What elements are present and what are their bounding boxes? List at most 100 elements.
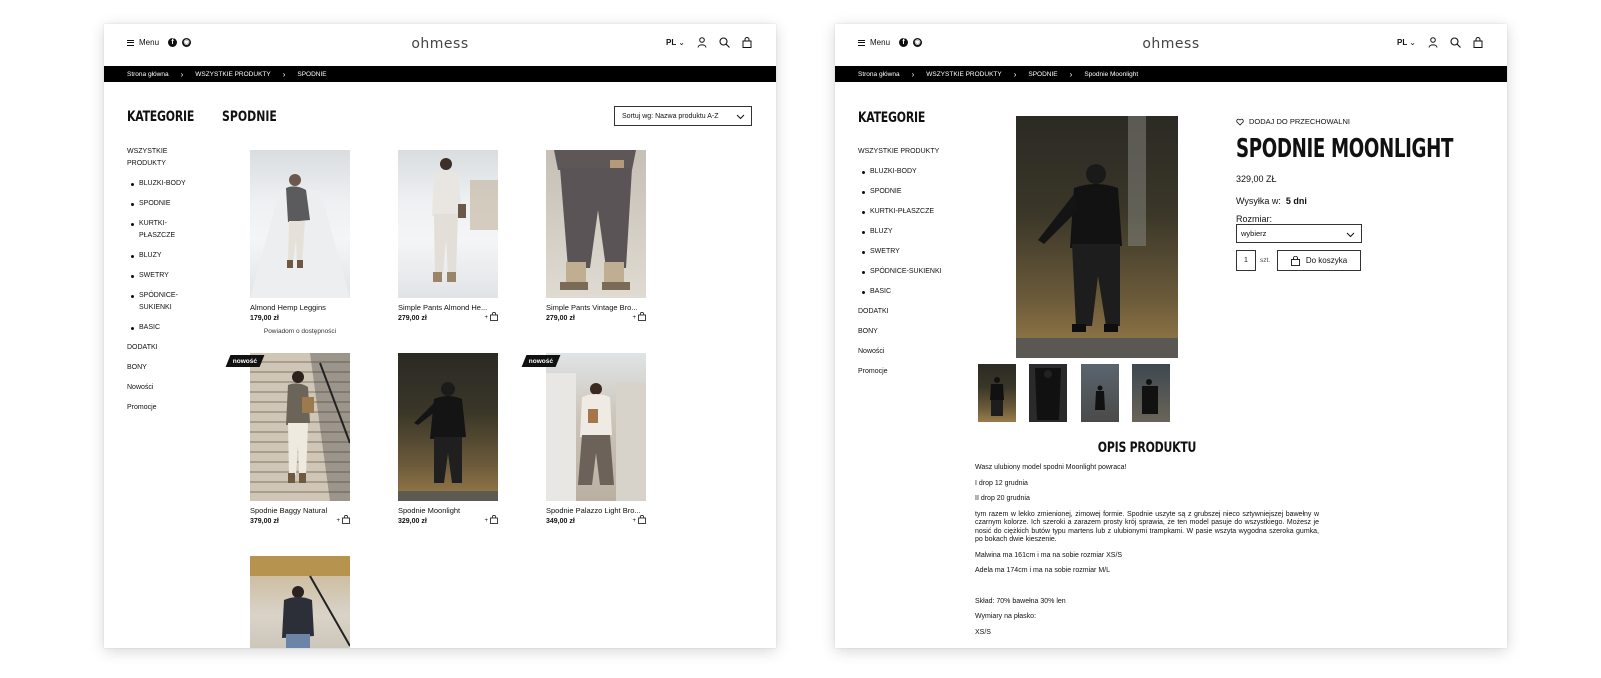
- sidebar-item-nowosci[interactable]: Nowości: [127, 382, 187, 394]
- add-to-cart-shortcut[interactable]: +: [484, 515, 498, 524]
- chevron-down-icon: [736, 114, 745, 120]
- product-price: 329,00 zł: [398, 518, 427, 525]
- sidebar-item-promocje[interactable]: Promocje: [858, 366, 958, 378]
- search-icon[interactable]: [1450, 37, 1461, 48]
- product-image[interactable]: [546, 353, 646, 501]
- add-to-cart-label: Do koszyka: [1305, 256, 1348, 265]
- breadcrumb-current[interactable]: Spodnie Moonlight: [1084, 71, 1138, 78]
- sidebar-item-swetry[interactable]: SWETRY: [127, 270, 187, 282]
- site-header: Menu f ◉ ohmess PL ⌄: [835, 24, 1507, 66]
- product-card[interactable]: Simple Pants Vintage Bro... 279,00 zł +: [546, 150, 646, 322]
- product-card[interactable]: nowość Spodnie Palazzo Light Bro... 349,…: [521, 353, 646, 525]
- sidebar-item-bluzki-body[interactable]: BLUZKI-BODY: [858, 166, 958, 178]
- breadcrumb: Strona główna › WSZYSTKIE PRODUKTY › SPO…: [104, 66, 776, 82]
- sidebar-item-spodnice[interactable]: SPÓDNICE-SUKIENKI: [858, 266, 958, 278]
- product-card[interactable]: Almond Hemp Leggins 179,00 zł Powiadom o…: [250, 150, 350, 335]
- search-icon[interactable]: [719, 37, 730, 48]
- quantity-input[interactable]: 1: [1236, 250, 1256, 271]
- product-main-image[interactable]: [1016, 116, 1178, 358]
- sidebar-item-all-products[interactable]: WSZYSTKIE PRODUKTY: [858, 146, 958, 158]
- breadcrumb-current[interactable]: SPODNIE: [297, 71, 326, 78]
- product-title: SPODNIE MOONLIGHT: [1236, 134, 1454, 164]
- notify-availability-link[interactable]: Powiadom o dostępności: [250, 328, 350, 335]
- breadcrumb-all-products[interactable]: WSZYSTKIE PRODUKTY: [195, 71, 270, 78]
- product-description: Wasz ulubiony model spodni Moonlight pow…: [975, 464, 1319, 644]
- breadcrumb-home[interactable]: Strona główna: [127, 71, 169, 78]
- product-card[interactable]: Simple Pants Almond He... 279,00 zł +: [398, 150, 498, 322]
- description-paragraph: Wasz ulubiony model spodni Moonlight pow…: [975, 464, 1127, 471]
- sidebar-item-bluzki-body[interactable]: BLUZKI-BODY: [127, 178, 187, 190]
- add-to-cart-shortcut[interactable]: +: [336, 515, 350, 524]
- product-image[interactable]: [546, 150, 646, 298]
- description-paragraph: Malwina ma 161cm i ma na sobie rozmiar X…: [975, 551, 1123, 559]
- add-to-wishlist-button[interactable]: DODAJ DO PRZECHOWALNI: [1236, 117, 1350, 126]
- cart-icon: [1290, 255, 1300, 266]
- sidebar-item-kurtki[interactable]: KURTKI-PŁASZCZE: [127, 218, 179, 242]
- product-card[interactable]: [250, 556, 350, 648]
- add-to-cart-shortcut[interactable]: +: [484, 312, 498, 321]
- cart-icon[interactable]: [1473, 37, 1483, 48]
- product-page-window: Menu f ◉ ohmess PL ⌄ Strona główna › WSZ…: [835, 24, 1507, 648]
- product-name[interactable]: Spodnie Moonlight: [398, 506, 498, 515]
- description-paragraph: Adela ma 174cm i ma na sobie rozmiar M/L: [975, 567, 1110, 574]
- product-card[interactable]: Spodnie Moonlight 329,00 zł +: [398, 353, 498, 525]
- sidebar-item-kurtki[interactable]: KURTKI-PŁASZCZE: [858, 206, 958, 218]
- product-price: 349,00 zł: [546, 518, 575, 525]
- product-name[interactable]: Almond Hemp Leggins: [250, 303, 350, 312]
- wishlist-label: DODAJ DO PRZECHOWALNI: [1249, 117, 1350, 126]
- product-price: 279,00 zł: [398, 315, 427, 322]
- product-card[interactable]: nowość Spodnie Baggy Natural 379,00 zł +: [225, 353, 350, 525]
- add-to-cart-shortcut[interactable]: +: [632, 515, 646, 524]
- product-image[interactable]: [250, 556, 350, 648]
- breadcrumb-separator: ›: [180, 69, 184, 79]
- sidebar-item-spodnie[interactable]: SPODNIE: [127, 198, 187, 210]
- product-name[interactable]: Spodnie Palazzo Light Bro...: [546, 506, 646, 515]
- new-badge: nowość: [225, 355, 265, 367]
- product-name[interactable]: Simple Pants Vintage Bro...: [546, 303, 646, 312]
- user-icon[interactable]: [697, 37, 707, 48]
- cart-icon[interactable]: [742, 37, 752, 48]
- sidebar-item-basic[interactable]: BASIC: [858, 286, 958, 298]
- product-thumbnail[interactable]: [1081, 364, 1119, 422]
- sidebar-item-all-products[interactable]: WSZYSTKIE PRODUKTY: [127, 146, 187, 170]
- cart-icon: [490, 312, 498, 321]
- chevron-down-icon: [1346, 232, 1355, 238]
- sidebar-title: KATEGORIE: [127, 109, 195, 125]
- sort-dropdown[interactable]: Sortuj wg: Nazwa produktu A-Z: [614, 106, 752, 126]
- sidebar-item-swetry[interactable]: SWETRY: [858, 246, 958, 258]
- language-selector[interactable]: PL ⌄: [666, 38, 685, 47]
- product-thumbnail[interactable]: [1029, 364, 1067, 422]
- product-name[interactable]: Spodnie Baggy Natural: [250, 506, 350, 515]
- product-image[interactable]: [398, 150, 498, 298]
- sidebar-item-bony[interactable]: BONY: [858, 326, 958, 338]
- breadcrumb: Strona główna › WSZYSTKIE PRODUKTY › SPO…: [835, 66, 1507, 82]
- sidebar-item-bluzy[interactable]: BLUZY: [858, 226, 958, 238]
- site-header: Menu f ◉ ohmess PL ⌄: [104, 24, 776, 66]
- breadcrumb-all-products[interactable]: WSZYSTKIE PRODUKTY: [926, 71, 1001, 78]
- size-select[interactable]: wybierz: [1236, 224, 1362, 243]
- language-selector[interactable]: PL ⌄: [1397, 38, 1416, 47]
- add-to-cart-button[interactable]: Do koszyka: [1277, 250, 1361, 271]
- sidebar-item-promocje[interactable]: Promocje: [127, 402, 187, 414]
- sidebar-item-bluzy[interactable]: BLUZY: [127, 250, 187, 262]
- breadcrumb-separator: ›: [282, 69, 286, 79]
- sidebar-item-spodnie[interactable]: SPODNIE: [858, 186, 958, 198]
- sidebar-item-nowosci[interactable]: Nowości: [858, 346, 958, 358]
- product-thumbnail[interactable]: [978, 364, 1016, 422]
- product-image[interactable]: [250, 353, 350, 501]
- product-image[interactable]: [250, 150, 350, 298]
- user-icon[interactable]: [1428, 37, 1438, 48]
- sidebar-item-basic[interactable]: BASIC: [127, 322, 187, 334]
- breadcrumb-spodnie[interactable]: SPODNIE: [1028, 71, 1057, 78]
- product-name[interactable]: Simple Pants Almond He...: [398, 303, 498, 312]
- sidebar-item-dodatki[interactable]: DODATKI: [858, 306, 958, 318]
- add-to-cart-shortcut[interactable]: +: [632, 312, 646, 321]
- sidebar-item-dodatki[interactable]: DODATKI: [127, 342, 187, 354]
- category-sidebar: WSZYSTKIE PRODUKTY BLUZKI-BODY SPODNIE K…: [858, 146, 958, 378]
- sidebar-item-bony[interactable]: BONY: [127, 362, 187, 374]
- sidebar-item-spodnice[interactable]: SPÓDNICE-SUKIENKI: [127, 290, 179, 314]
- new-badge: nowość: [521, 355, 561, 367]
- breadcrumb-home[interactable]: Strona główna: [858, 71, 900, 78]
- product-thumbnail[interactable]: [1132, 364, 1170, 422]
- product-image[interactable]: [398, 353, 498, 501]
